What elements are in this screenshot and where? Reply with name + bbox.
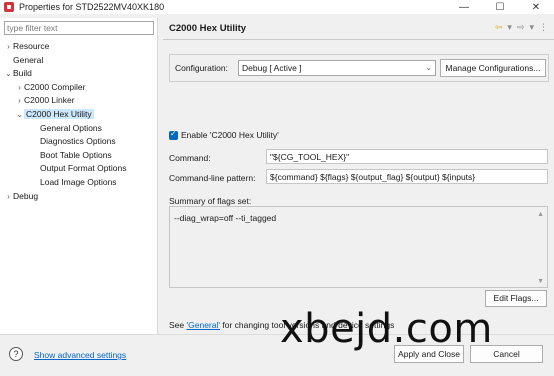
enable-hex-utility-checkbox[interactable]	[169, 129, 178, 140]
command-input[interactable]	[266, 149, 548, 164]
tree-item-label: General	[13, 54, 44, 65]
command-line-pattern-label: Command-line pattern:	[169, 173, 256, 183]
expand-icon[interactable]: ›	[4, 190, 13, 204]
tree-item-load-image-options[interactable]: Load Image Options	[0, 176, 158, 190]
tree-item-c2000-linker[interactable]: › C2000 Linker	[0, 94, 158, 108]
manage-configurations-button[interactable]: Manage Configurations...	[440, 59, 546, 77]
general-link[interactable]: 'General'	[187, 320, 221, 330]
expand-icon[interactable]: ›	[15, 81, 24, 95]
hint-prefix: See	[169, 320, 187, 330]
window-controls: — ☐ ✕	[446, 0, 554, 14]
tree-item-label: Build	[13, 68, 32, 79]
tree-item-label: Load Image Options	[40, 176, 117, 187]
enable-hex-utility-row[interactable]: Enable 'C2000 Hex Utility'	[169, 129, 279, 140]
chevron-down-icon: ⌄	[425, 63, 432, 72]
tree-item-label: C2000 Linker	[24, 95, 75, 106]
page-title: C2000 Hex Utility	[169, 23, 247, 34]
collapse-icon[interactable]: ⌄	[15, 108, 24, 122]
page-header: C2000 Hex Utility ⇦ ▾ ⇨ ▾ ⋮	[163, 18, 554, 40]
tree-item-label: General Options	[40, 122, 102, 133]
tree-item-boot-table-options[interactable]: Boot Table Options	[0, 149, 158, 163]
tree-item-label: C2000 Compiler	[24, 81, 86, 92]
tree-item-output-format-options[interactable]: Output Format Options	[0, 162, 158, 176]
back-arrow-icon[interactable]: ⇦	[495, 22, 503, 33]
more-menu-icon[interactable]: ⋮	[539, 22, 548, 33]
maximize-button[interactable]: ☐	[482, 0, 518, 14]
watermark: xbejd.com	[280, 306, 493, 352]
tree-item-c2000-hex-utility[interactable]: ⌄ C2000 Hex Utility	[0, 108, 158, 122]
filter-input[interactable]	[4, 21, 154, 35]
minimize-button[interactable]: —	[446, 0, 482, 14]
tree-item-general[interactable]: General	[0, 54, 158, 68]
tree-item-label: Resource	[13, 41, 50, 51]
tree-item-build[interactable]: ⌄Build	[0, 67, 158, 81]
tree-item-resource[interactable]: › Resource	[0, 40, 158, 54]
window-title: Properties for STD2522MV40XK180	[19, 2, 165, 12]
configuration-group: Configuration: Debug [ Active ] ⌄ Manage…	[169, 54, 549, 82]
history-nav: ⇦ ▾ ⇨ ▾ ⋮	[495, 22, 548, 33]
help-icon[interactable]: ?	[9, 347, 23, 361]
forward-arrow-icon[interactable]: ⇨	[517, 22, 525, 33]
tree-item-label: C2000 Hex Utility	[24, 108, 94, 119]
show-advanced-settings-link[interactable]: Show advanced settings	[34, 350, 126, 360]
enable-hex-utility-label: Enable 'C2000 Hex Utility'	[181, 130, 279, 140]
close-button[interactable]: ✕	[518, 0, 554, 14]
property-tree: › Resource General ⌄Build › C2000 Compiler…	[0, 40, 158, 203]
command-label: Command:	[169, 153, 211, 163]
tree-item-diagnostics-options[interactable]: Diagnostics Options	[0, 135, 158, 149]
forward-menu-icon[interactable]: ▾	[529, 22, 534, 33]
navigation-pane: ›Resource General ⌄Build ›C2000 Compiler…	[0, 18, 158, 334]
tree-item-c2000-compiler[interactable]: › C2000 Compiler	[0, 81, 158, 95]
summary-text: --diag_wrap=off --ti_tagged	[174, 213, 277, 223]
configuration-select[interactable]: Debug [ Active ] ⌄	[238, 60, 436, 76]
scroll-up-icon[interactable]: ▲	[537, 211, 544, 218]
command-line-pattern-input[interactable]	[266, 169, 548, 184]
summary-of-flags[interactable]: --diag_wrap=off --ti_tagged ▲ ▼	[169, 206, 548, 288]
app-icon	[4, 2, 14, 12]
collapse-icon[interactable]: ⌄	[4, 67, 13, 81]
expand-icon[interactable]: ›	[15, 94, 24, 108]
summary-label: Summary of flags set:	[169, 196, 252, 206]
tree-item-label: Diagnostics Options	[40, 136, 116, 147]
scroll-down-icon[interactable]: ▼	[537, 278, 544, 285]
tree-item-label: Output Format Options	[40, 163, 127, 174]
configuration-value: Debug [ Active ]	[242, 63, 302, 73]
tree-item-debug[interactable]: › Debug	[0, 190, 158, 204]
tree-item-label: Boot Table Options	[40, 149, 112, 160]
tree-item-label: Debug	[13, 190, 39, 201]
back-menu-icon[interactable]: ▾	[507, 22, 512, 33]
title-bar: Properties for STD2522MV40XK180 — ☐ ✕	[0, 0, 554, 14]
configuration-label: Configuration:	[175, 63, 228, 73]
tree-item-general-options[interactable]: General Options	[0, 122, 158, 136]
property-page: C2000 Hex Utility ⇦ ▾ ⇨ ▾ ⋮ Configuratio…	[163, 18, 554, 334]
edit-flags-button[interactable]: Edit Flags...	[485, 290, 547, 307]
expand-icon[interactable]: ›	[4, 40, 13, 54]
